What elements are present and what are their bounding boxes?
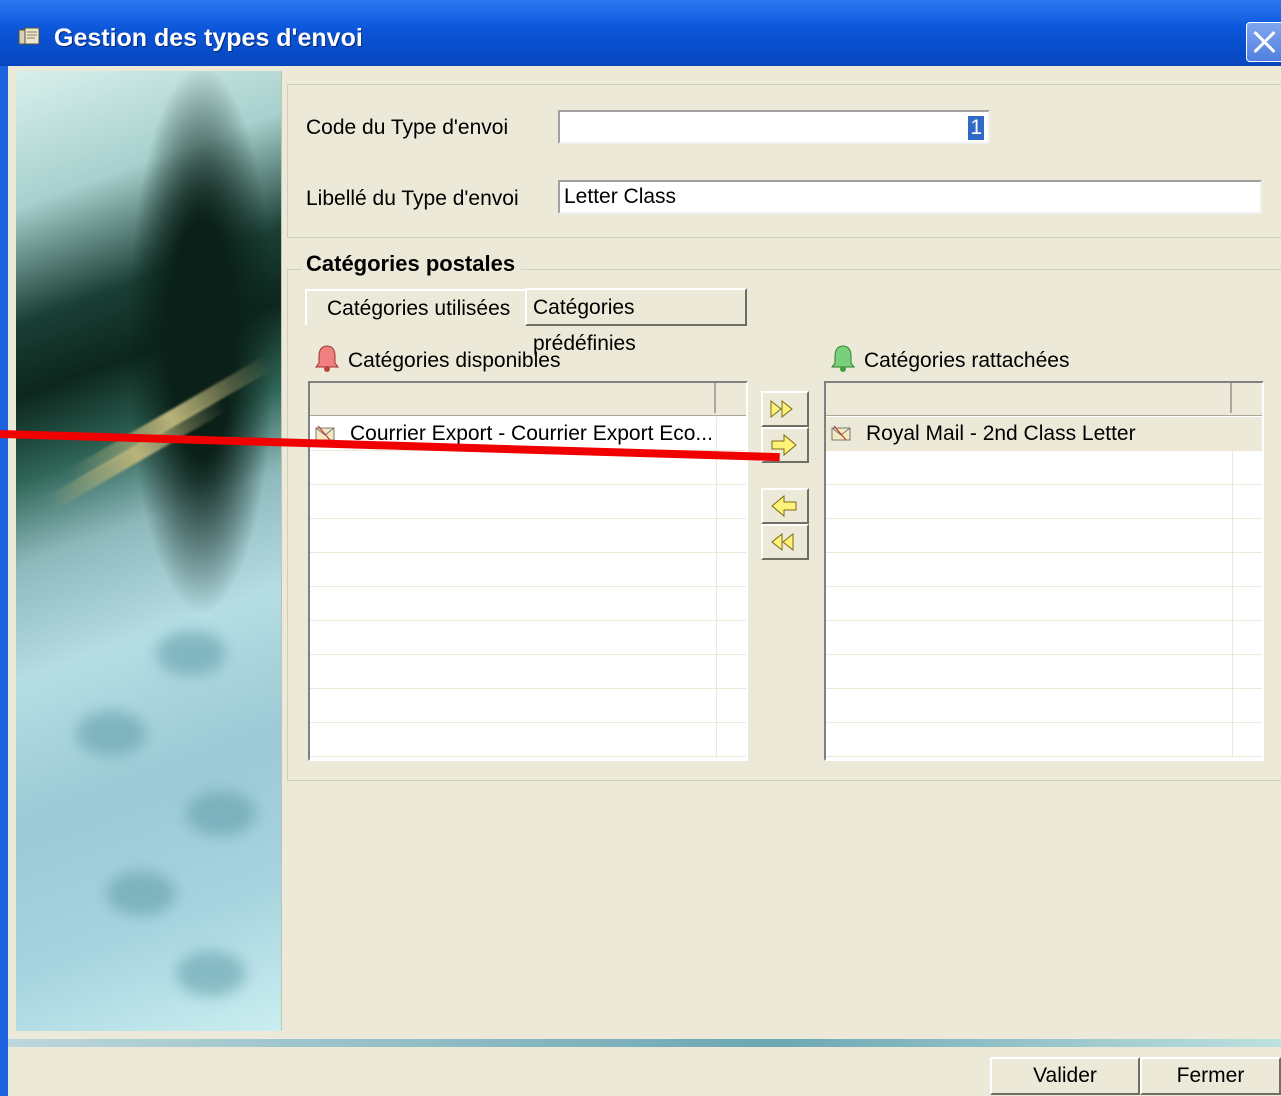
decorative-separator [8,1039,1281,1047]
attached-label: Catégories rattachées [864,349,1070,372]
attached-list[interactable]: Royal Mail - 2nd Class Letter [824,381,1264,761]
list-item[interactable]: Royal Mail - 2nd Class Letter [826,417,1262,451]
double-arrow-left-icon [771,532,794,552]
list-item[interactable] [310,621,746,655]
remove-button[interactable] [761,488,809,524]
available-list[interactable]: Courrier Export - Courrier Export Eco... [308,381,748,761]
attached-column-header[interactable] [826,383,1232,413]
list-item[interactable] [826,621,1262,655]
dialog-window: Gestion des types d'envoi Code du Type d… [0,0,1281,1096]
list-item[interactable] [310,485,746,519]
categories-title: Catégories postales [302,251,522,277]
close-button[interactable]: Fermer [1140,1057,1281,1095]
available-label: Catégories disponibles [348,349,561,372]
libelle-label: Libellé du Type d'envoi [306,187,519,210]
app-icon [18,27,40,45]
list-item[interactable] [826,485,1262,519]
tab-categories-utilisees[interactable]: Catégories utilisées [305,289,525,325]
remove-all-button[interactable] [761,524,809,560]
close-window-icon[interactable] [1246,22,1281,62]
list-item[interactable] [310,587,746,621]
code-field[interactable]: 1 [558,110,990,144]
identity-group [287,84,1281,238]
green-bell-icon [831,345,855,372]
list-item[interactable] [826,519,1262,553]
libelle-field[interactable]: Letter Class [558,180,1262,214]
red-bell-icon [315,345,339,372]
list-item[interactable] [310,655,746,689]
list-item[interactable] [310,723,746,757]
code-value: 1 [968,116,984,140]
list-item[interactable] [826,587,1262,621]
list-item[interactable] [310,689,746,723]
list-item[interactable] [310,553,746,587]
list-item[interactable] [826,655,1262,689]
form-area: Code du Type d'envoi 1 Libellé du Type d… [8,66,1281,1096]
arrow-left-icon [771,494,797,518]
list-item[interactable] [826,689,1262,723]
attached-item-label: Royal Mail - 2nd Class Letter [866,422,1136,445]
list-item[interactable] [826,451,1262,485]
code-label: Code du Type d'envoi [306,116,509,139]
window-title: Gestion des types d'envoi [54,24,363,52]
double-arrow-right-icon [770,399,793,419]
tab-categories-predefinies[interactable]: Catégories prédéfinies [525,288,747,355]
add-all-button[interactable] [761,391,809,427]
envelope-icon [831,425,851,441]
validate-button[interactable]: Valider [990,1057,1140,1095]
list-item[interactable] [826,723,1262,757]
list-item[interactable] [826,553,1262,587]
available-column-header[interactable] [310,383,716,413]
list-item[interactable] [310,519,746,553]
title-bar[interactable]: Gestion des types d'envoi [0,0,1281,66]
